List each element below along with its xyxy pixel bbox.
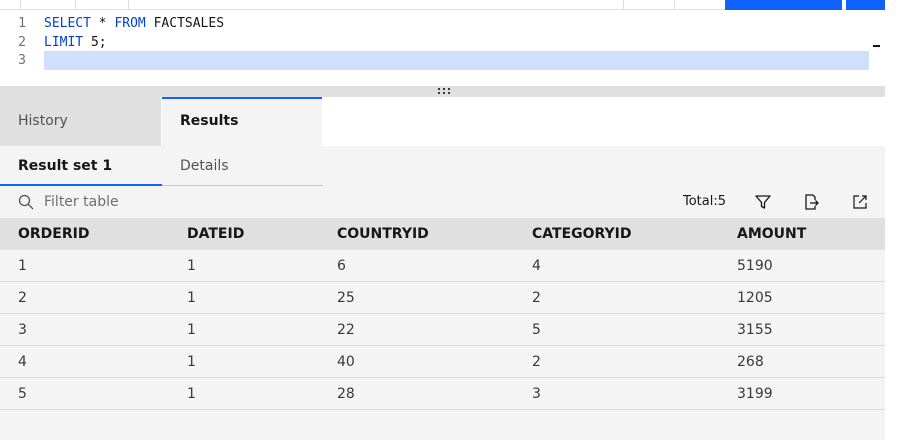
run-button[interactable] xyxy=(725,0,842,10)
column-header-countryid[interactable]: COUNTRYID xyxy=(337,218,429,250)
sql-keyword: FROM xyxy=(114,16,146,31)
search-icon xyxy=(18,194,34,210)
table-cell: 5190 xyxy=(737,258,773,274)
table-cell: 1 xyxy=(18,258,27,274)
line-number: 1 xyxy=(18,16,26,31)
export-icon[interactable] xyxy=(802,193,820,211)
table-cell: 25 xyxy=(337,290,355,306)
toolbar-divider xyxy=(128,0,129,10)
table-cell: 3 xyxy=(532,386,541,402)
table-header: ORDERID DATEID COUNTRYID CATEGORYID AMOU… xyxy=(0,218,885,250)
column-header-amount[interactable]: AMOUNT xyxy=(737,218,806,250)
table-cell: 22 xyxy=(337,322,355,338)
table-cell: 4 xyxy=(18,354,27,370)
drag-handle-icon[interactable] xyxy=(438,88,450,96)
table-cell: 3155 xyxy=(737,322,773,338)
top-toolbar xyxy=(0,0,885,10)
table-cell: 28 xyxy=(337,386,355,402)
table-cell: 1 xyxy=(187,386,196,402)
results-table: ORDERID DATEID COUNTRYID CATEGORYID AMOU… xyxy=(0,218,885,410)
editor-line[interactable]: 2 LIMIT 5; xyxy=(0,33,885,52)
toolbar-divider xyxy=(20,0,21,10)
launch-icon[interactable] xyxy=(851,193,869,211)
table-cell: 1 xyxy=(187,258,196,274)
column-header-categoryid[interactable]: CATEGORYID xyxy=(532,218,632,250)
run-options-button[interactable] xyxy=(846,0,885,10)
line-code[interactable]: LIMIT 5; xyxy=(44,33,107,52)
sql-keyword: SELECT xyxy=(44,16,91,31)
filter-table-input[interactable] xyxy=(44,190,344,214)
result-subtabs: Result set 1 Details xyxy=(0,146,885,186)
pane-splitter[interactable] xyxy=(0,86,885,97)
table-cell: 40 xyxy=(337,354,355,370)
table-cell: 4 xyxy=(532,258,541,274)
table-row[interactable]: 1 1 6 4 5190 xyxy=(0,250,885,282)
editor-line-active[interactable]: 3 xyxy=(0,51,885,70)
table-cell: 1 xyxy=(187,354,196,370)
line-code[interactable]: SELECT * FROM FACTSALES xyxy=(44,14,224,33)
sql-editor[interactable]: 1 SELECT * FROM FACTSALES 2 LIMIT 5; 3 xyxy=(0,11,885,86)
table-cell: 2 xyxy=(18,290,27,306)
table-row[interactable]: 2 1 25 2 1205 xyxy=(0,282,885,314)
sql-keyword: LIMIT xyxy=(44,35,84,50)
table-cell: 1205 xyxy=(737,290,773,306)
editor-line[interactable]: 1 SELECT * FROM FACTSALES xyxy=(0,14,885,33)
right-rail xyxy=(885,0,899,440)
table-cell: 6 xyxy=(337,258,346,274)
sql-text: * xyxy=(90,16,115,31)
filter-icon[interactable] xyxy=(754,193,772,211)
column-header-dateid[interactable]: DATEID xyxy=(187,218,244,250)
table-cell: 1 xyxy=(187,322,196,338)
table-cell: 2 xyxy=(532,290,541,306)
tab-results[interactable]: Results xyxy=(162,97,322,146)
sql-text: FACTSALES xyxy=(145,16,225,31)
sql-text: 5; xyxy=(83,35,107,50)
table-cell: 5 xyxy=(18,386,27,402)
table-cell: 3199 xyxy=(737,386,773,402)
toolbar-divider xyxy=(623,0,624,10)
tab-history[interactable]: History xyxy=(0,97,161,146)
table-empty-area xyxy=(0,410,885,440)
table-row[interactable]: 5 1 28 3 3199 xyxy=(0,378,885,410)
table-row[interactable]: 4 1 40 2 268 xyxy=(0,346,885,378)
table-row[interactable]: 3 1 22 5 3155 xyxy=(0,314,885,346)
line-number: 3 xyxy=(18,53,26,68)
table-toolbar: Total:5 xyxy=(0,186,885,218)
table-cell: 268 xyxy=(737,354,764,370)
tab-result-set-1[interactable]: Result set 1 xyxy=(0,146,162,186)
toolbar-divider xyxy=(75,0,76,10)
toolbar-divider xyxy=(674,0,675,10)
line-number: 2 xyxy=(18,35,26,50)
table-cell: 3 xyxy=(18,322,27,338)
active-line-highlight xyxy=(44,51,869,70)
output-tabs: History Results xyxy=(0,97,885,146)
table-cell: 2 xyxy=(532,354,541,370)
table-cell: 5 xyxy=(532,322,541,338)
scroll-marker xyxy=(873,45,880,47)
total-count: Total:5 xyxy=(683,194,727,209)
tab-details[interactable]: Details xyxy=(162,146,323,186)
table-cell: 1 xyxy=(187,290,196,306)
column-header-orderid[interactable]: ORDERID xyxy=(18,218,89,250)
